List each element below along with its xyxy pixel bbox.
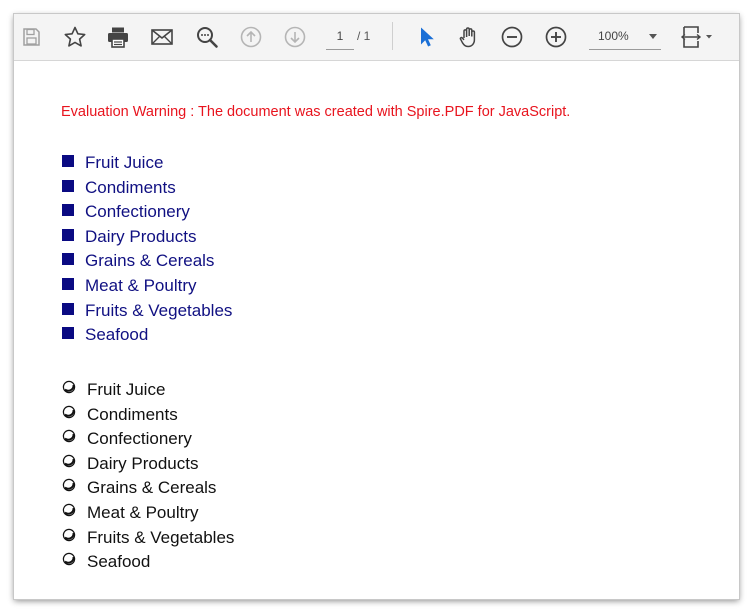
list-item: Grains & Cereals xyxy=(62,249,232,274)
circle-bullet-icon xyxy=(62,552,76,566)
list-item: Meat & Poultry xyxy=(62,274,232,299)
circle-bullet-list: Fruit Juice Condiments Confectionery Dai… xyxy=(62,378,234,575)
square-bullet-icon xyxy=(62,228,74,241)
list-item: Fruits & Vegetables xyxy=(62,526,234,551)
circle-bullet-icon xyxy=(62,429,76,443)
list-item: Confectionery xyxy=(62,200,232,225)
mail-icon[interactable] xyxy=(147,22,177,52)
circle-bullet-icon xyxy=(62,479,76,492)
chevron-down-icon xyxy=(649,34,657,39)
list-item: Condiments xyxy=(62,176,232,201)
zoom-value: 100% xyxy=(598,29,629,43)
list-item: Seafood xyxy=(62,323,232,348)
printer-icon[interactable] xyxy=(103,22,133,52)
zoom-select[interactable]: 100% xyxy=(589,23,661,50)
list-item: Fruit Juice xyxy=(62,378,234,403)
list-item: Seafood xyxy=(62,550,234,575)
minus-circle-icon[interactable] xyxy=(497,22,527,52)
circle-bullet-icon xyxy=(62,503,76,517)
circle-bullet-icon xyxy=(62,380,76,394)
fit-page-icon[interactable] xyxy=(678,22,718,52)
list-item: Fruits & Vegetables xyxy=(62,299,232,324)
evaluation-warning: Evaluation Warning : The document was cr… xyxy=(61,104,571,120)
page-number-input[interactable] xyxy=(326,23,354,50)
square-bullet-icon xyxy=(62,253,74,266)
square-bullet-icon xyxy=(62,302,74,315)
search-icon[interactable] xyxy=(192,22,222,52)
hand-icon[interactable] xyxy=(454,22,484,52)
cursor-icon[interactable] xyxy=(411,22,441,52)
circle-bullet-icon xyxy=(62,405,76,418)
list-item: Confectionery xyxy=(62,427,234,452)
list-item: Meat & Poultry xyxy=(62,501,234,526)
page-total-label: / 1 xyxy=(357,29,371,43)
list-item: Condiments xyxy=(62,403,234,428)
list-item: Dairy Products xyxy=(62,452,234,477)
arrow-down-circle-icon[interactable] xyxy=(280,22,310,52)
square-bullet-list: Fruit Juice Condiments Confectionery Dai… xyxy=(62,151,232,348)
toolbar: / 1 100% xyxy=(14,14,739,61)
list-item: Dairy Products xyxy=(62,225,232,250)
list-item: Grains & Cereals xyxy=(62,476,234,501)
square-bullet-icon xyxy=(62,204,74,217)
plus-circle-icon[interactable] xyxy=(541,22,571,52)
pdf-viewer-window: / 1 100% Evaluation Warning : The docume… xyxy=(14,14,739,599)
document-page: Evaluation Warning : The document was cr… xyxy=(14,61,739,599)
square-bullet-icon xyxy=(62,179,74,192)
star-icon[interactable] xyxy=(60,22,90,52)
save-icon[interactable] xyxy=(16,22,46,52)
circle-bullet-icon xyxy=(62,454,76,467)
square-bullet-icon xyxy=(62,277,74,290)
list-item: Fruit Juice xyxy=(62,151,232,176)
square-bullet-icon xyxy=(62,155,74,167)
arrow-up-circle-icon[interactable] xyxy=(236,22,266,52)
circle-bullet-icon xyxy=(62,528,76,541)
square-bullet-icon xyxy=(62,327,74,340)
toolbar-divider xyxy=(392,22,393,50)
